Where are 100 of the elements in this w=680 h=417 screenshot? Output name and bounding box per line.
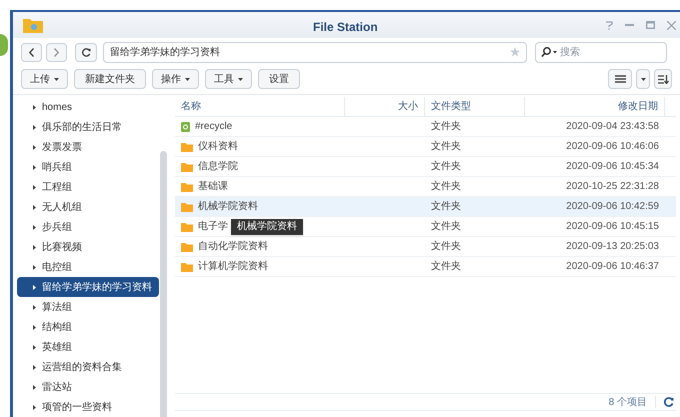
folder-tree-item[interactable]: 运营组的资料合集 (17, 357, 159, 377)
modified-date: 2020-10-25 22:31:28 (566, 180, 659, 194)
item-count: 8 个项目 (608, 396, 647, 410)
folder-tree-item[interactable]: homes (17, 97, 159, 117)
file-type: 文件夹 (431, 261, 461, 272)
modified-date: 2020-09-06 10:45:15 (566, 220, 659, 234)
file-name: 自动化学院资料 (198, 240, 268, 254)
expand-arrow-icon[interactable] (33, 224, 36, 230)
toolbar-button[interactable]: 操作 (152, 69, 199, 89)
file-type: 文件夹 (431, 181, 461, 192)
folder-icon (181, 262, 193, 272)
folder-icon (181, 182, 193, 192)
file-type: 文件夹 (431, 141, 461, 152)
modified-date: 2020-09-13 20:25:03 (566, 240, 659, 254)
path-text: 留给学弟学妹的学习资料 (110, 46, 220, 60)
expand-arrow-icon[interactable] (33, 304, 36, 310)
search-icon (541, 47, 557, 57)
modified-date: 2020-09-06 10:45:34 (566, 160, 659, 174)
forward-icon (54, 48, 59, 56)
tooltip: 机械学院资料 (231, 219, 303, 235)
list-icon (614, 75, 626, 83)
expand-arrow-icon[interactable] (33, 404, 36, 410)
star-icon[interactable] (510, 47, 520, 57)
folder-icon (181, 242, 193, 252)
expand-arrow-icon[interactable] (33, 344, 36, 350)
folder-tree-item[interactable]: 工程组 (17, 177, 159, 197)
sort-button[interactable] (654, 69, 672, 89)
expand-arrow-icon[interactable] (33, 184, 36, 190)
folder-tree-item[interactable]: 比赛视频 (17, 237, 159, 257)
expand-arrow-icon[interactable] (33, 264, 36, 270)
expand-arrow-icon[interactable] (33, 164, 36, 170)
expand-arrow-icon[interactable] (33, 144, 36, 150)
folder-tree-item[interactable]: 步兵组 (17, 217, 159, 237)
folder-tree-item[interactable]: 算法组 (17, 297, 159, 317)
refresh-button[interactable] (75, 42, 97, 62)
modified-date: 2020-09-06 10:42:59 (566, 200, 659, 214)
expand-arrow-icon[interactable] (33, 324, 36, 330)
column-header[interactable]: 修改日期 (618, 99, 658, 114)
scrollbar[interactable] (160, 151, 167, 417)
back-icon (29, 48, 34, 56)
expand-arrow-icon[interactable] (33, 244, 36, 250)
modified-date: 2020-09-06 10:46:37 (566, 260, 659, 274)
file-type: 文件夹 (431, 221, 461, 232)
file-type: 文件夹 (431, 121, 461, 132)
expand-arrow-icon[interactable] (33, 104, 36, 110)
file-type: 文件夹 (431, 241, 461, 252)
expand-arrow-icon[interactable] (33, 364, 36, 370)
back-button[interactable] (21, 42, 42, 62)
folder-tree-item[interactable]: 俱乐部的生活日常 (17, 117, 159, 137)
caret-icon (185, 78, 190, 80)
folder-tree-item[interactable]: 项管的一些资料 (17, 397, 159, 417)
column-header[interactable]: 名称 (181, 99, 201, 114)
folder-tree-item[interactable]: 电控组 (17, 257, 159, 277)
toolbar-button[interactable]: 工具 (205, 69, 252, 89)
file-name: 机械学院资料 (198, 200, 258, 214)
refresh-icon (82, 48, 90, 56)
caret-icon (238, 78, 243, 80)
file-type: 文件夹 (431, 201, 461, 212)
file-name: 信息学院 (198, 160, 238, 174)
folder-tree-item[interactable]: 发票发票 (17, 137, 159, 157)
folder-icon (181, 222, 193, 232)
file-type: 文件夹 (431, 161, 461, 172)
recycle-bin-icon (181, 121, 190, 132)
sort-icon (658, 74, 668, 84)
folder-tree-item[interactable]: 英雄组 (17, 337, 159, 357)
caret-icon (54, 78, 59, 80)
column-header[interactable]: 文件类型 (431, 99, 471, 114)
view-mode-button[interactable] (608, 69, 632, 89)
window-title: File Station (313, 19, 378, 36)
expand-arrow-icon[interactable] (33, 204, 36, 210)
file-name: 仪科资料 (198, 140, 238, 154)
toolbar-button[interactable]: 上传 (21, 69, 68, 89)
caret-icon (640, 78, 646, 80)
expand-arrow-icon[interactable] (33, 124, 36, 130)
folder-icon (181, 162, 193, 172)
modified-date: 2020-09-04 23:43:58 (566, 120, 659, 134)
search-field[interactable]: 搜索 (535, 42, 667, 62)
toolbar-button[interactable]: 新建文件夹 (74, 69, 146, 89)
folder-icon (181, 142, 193, 152)
modified-date: 2020-09-06 10:46:06 (566, 140, 659, 154)
column-header[interactable]: 大小 (398, 99, 418, 114)
expand-arrow-icon[interactable] (33, 284, 36, 290)
refresh-icon[interactable] (664, 397, 674, 407)
folder-tree-item[interactable]: 雷达站 (17, 377, 159, 397)
search-input[interactable]: 搜索 (560, 44, 660, 60)
file-name: #recycle (195, 120, 232, 134)
file-row[interactable]: 机械学院资料 文件夹 2020-09-06 10:42:59 (175, 197, 676, 217)
toolbar-button[interactable]: 设置 (258, 69, 300, 89)
view-dropdown-button[interactable] (636, 69, 650, 89)
file-name: 计算机学院资料 (198, 260, 268, 274)
folder-icon (181, 202, 193, 212)
path-field[interactable]: 留给学弟学妹的学习资料 (103, 42, 527, 62)
file-name: 电子学 (198, 220, 228, 234)
folder-tree-item[interactable]: 无人机组 (17, 197, 159, 217)
folder-tree-item[interactable]: 留给学弟学妹的学习资料 (17, 277, 159, 297)
file-name: 基础课 (198, 180, 228, 194)
expand-arrow-icon[interactable] (33, 384, 36, 390)
folder-tree-item[interactable]: 结构组 (17, 317, 159, 337)
folder-search-icon (23, 17, 43, 33)
folder-tree-item[interactable]: 哨兵组 (17, 157, 159, 177)
